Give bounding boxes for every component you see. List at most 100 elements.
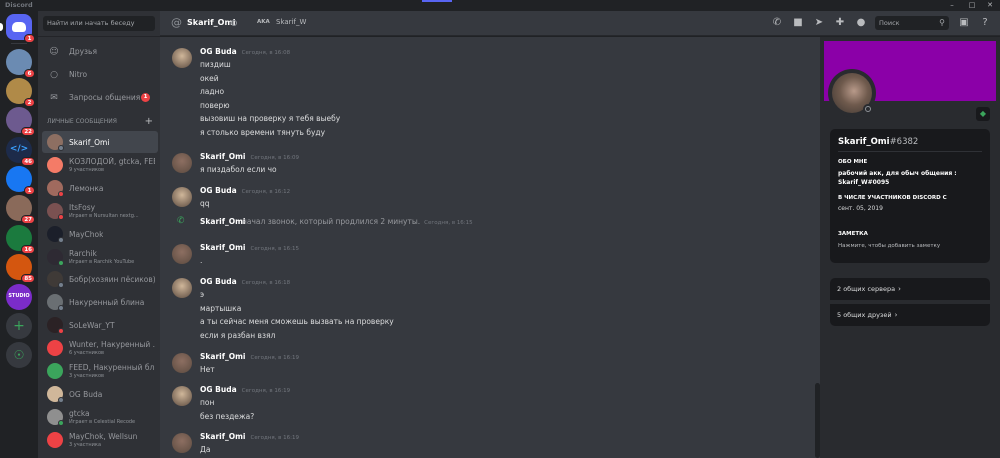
- mutual-friends-label: 5 общих друзей ›: [837, 311, 897, 319]
- dm-item[interactable]: Skarif_Omi: [42, 131, 158, 153]
- server-icon[interactable]: 27: [6, 195, 35, 224]
- author-name[interactable]: OG Buda: [200, 47, 237, 56]
- help-icon[interactable]: ?: [978, 16, 992, 30]
- avatar[interactable]: [172, 48, 192, 68]
- voice-call-icon[interactable]: ✆: [770, 16, 784, 30]
- nav-requests-label: Запросы общения: [69, 93, 141, 102]
- dm-item[interactable]: Лемонка: [42, 177, 158, 199]
- avatar[interactable]: [172, 353, 192, 373]
- profile-card: Skarif_Omi#6382 ОБО МНЕ рабочий акк, для…: [830, 129, 990, 263]
- nav-nitro[interactable]: ○ Nitro: [44, 66, 156, 84]
- note-input[interactable]: Нажмите, чтобы добавить заметку: [838, 243, 940, 249]
- nav-nitro-label: Nitro: [69, 70, 88, 79]
- note-title: ЗАМЕТКА: [838, 231, 868, 237]
- server-icon[interactable]: STUDIO: [6, 284, 32, 310]
- video-call-icon[interactable]: ■: [791, 16, 805, 30]
- dm-item[interactable]: Бобр(хозяин пёсиков): [42, 268, 158, 290]
- call-author[interactable]: Skarif_Omi: [200, 217, 246, 226]
- dm-item[interactable]: Wunter, Накуренный ... 6 участников: [42, 337, 158, 359]
- search-icon: ⚲: [939, 18, 945, 27]
- mention-badge: 16: [21, 245, 35, 254]
- avatar[interactable]: [172, 187, 192, 207]
- dm-subtitle: Играет в Celestial Recode: [69, 418, 136, 425]
- dm-item[interactable]: SoLeWar_YT: [42, 314, 158, 336]
- nav-friends[interactable]: ☺ Друзья: [44, 43, 156, 61]
- dm-item[interactable]: MayChok: [42, 223, 158, 245]
- code-icon: </>: [9, 144, 29, 154]
- nav-message-requests[interactable]: ✉ Запросы общения 1: [44, 89, 156, 107]
- explore-servers-button[interactable]: ☉: [6, 342, 32, 368]
- message-text: вызовиш на проверку я тебя выебу: [200, 114, 341, 124]
- member-since-title: В ЧИСЛЕ УЧАСТНИКОВ DISCORD С: [838, 195, 947, 201]
- server-icon[interactable]: 16: [6, 225, 35, 254]
- dm-subtitle: 3 участника: [69, 441, 102, 448]
- status-icon: [58, 419, 64, 426]
- author-name[interactable]: Skarif_Omi: [200, 152, 246, 161]
- avatar[interactable]: [172, 244, 192, 264]
- timestamp: Сегодня, в 16:09: [250, 155, 300, 161]
- message-author[interactable]: OG Buda Сегодня, в 16:08: [200, 47, 290, 56]
- author-name[interactable]: Skarif_Omi: [200, 432, 246, 441]
- message-text: qq: [200, 199, 210, 208]
- message-author[interactable]: Skarif_Omi Сегодня, в 16:19: [200, 352, 299, 361]
- message-author[interactable]: OG Buda Сегодня, в 16:18: [200, 277, 290, 286]
- status-icon: [58, 190, 64, 197]
- author-name[interactable]: OG Buda: [200, 385, 237, 394]
- close-icon[interactable]: ✕: [980, 0, 1000, 11]
- avatar[interactable]: [172, 433, 192, 453]
- chat-search-placeholder: Поиск: [879, 19, 900, 27]
- create-dm-plus-icon[interactable]: +: [145, 116, 153, 127]
- server-icon[interactable]: 1: [6, 166, 35, 195]
- chat-search-input[interactable]: Поиск ⚲: [875, 16, 949, 30]
- avatar: [47, 431, 63, 448]
- server-icon[interactable]: 85: [6, 254, 35, 283]
- message-author[interactable]: Skarif_Omi Сегодня, в 16:15: [200, 243, 299, 252]
- server-icon[interactable]: </> 46: [6, 137, 35, 166]
- user-profile-icon[interactable]: ●: [854, 16, 868, 30]
- dm-item[interactable]: OG Buda: [42, 383, 158, 405]
- dm-item[interactable]: Rarchik Играет в Rarchik YouTube: [42, 246, 158, 268]
- nitro-badge-icon[interactable]: ◆: [976, 107, 990, 121]
- dm-name: MayChok: [69, 229, 104, 239]
- status-icon: [58, 282, 64, 289]
- avatar[interactable]: [172, 278, 192, 298]
- add-server-button[interactable]: +: [6, 313, 32, 339]
- chat-username[interactable]: Skarif_Omi: [187, 18, 236, 27]
- maximize-icon[interactable]: □: [962, 0, 982, 11]
- avatar[interactable]: [172, 153, 192, 173]
- dm-search-input[interactable]: Найти или начать беседу: [43, 16, 155, 31]
- dm-item[interactable]: gtcka Играет в Celestial Recode: [42, 406, 158, 428]
- at-icon: @: [171, 16, 182, 29]
- inbox-icon[interactable]: ▣: [957, 16, 971, 30]
- dm-item[interactable]: ItsFosy Играет в Nursultan nextg...: [42, 200, 158, 222]
- mutual-servers-button[interactable]: 2 общих сервера ›: [830, 278, 990, 300]
- profile-username: Skarif_Omi#6382: [838, 137, 918, 147]
- author-name[interactable]: Skarif_Omi: [200, 352, 246, 361]
- avatar: [47, 340, 63, 357]
- add-friends-to-dm-icon[interactable]: ✚: [833, 16, 847, 30]
- author-name[interactable]: OG Buda: [200, 277, 237, 286]
- dm-item[interactable]: КОЗЛОДОЙ, gtcka, FEE...9 участников: [42, 154, 158, 176]
- home-button[interactable]: 1: [0, 14, 35, 43]
- message-text: .: [200, 256, 203, 265]
- message-author[interactable]: OG Buda Сегодня, в 16:12: [200, 186, 290, 195]
- dm-sidebar: Найти или начать беседу ☺ Друзья ○ Nitro…: [38, 11, 160, 458]
- dm-item[interactable]: FEED, Накуренный бл... 3 участников: [42, 360, 158, 382]
- mutual-friends-button[interactable]: 5 общих друзей ›: [830, 304, 990, 326]
- nav-friends-label: Друзья: [69, 47, 97, 56]
- pinned-messages-icon[interactable]: ➤: [812, 16, 826, 30]
- server-icon[interactable]: 6: [6, 49, 35, 78]
- server-icon[interactable]: 22: [6, 107, 35, 136]
- message-author[interactable]: OG Buda Сегодня, в 16:19: [200, 385, 290, 394]
- discord-icon: [12, 22, 26, 32]
- avatar[interactable]: [172, 386, 192, 406]
- message-author[interactable]: Skarif_Omi Сегодня, в 16:09: [200, 152, 299, 161]
- server-icon[interactable]: 2: [6, 78, 35, 107]
- status-icon: [58, 259, 64, 266]
- author-name[interactable]: OG Buda: [200, 186, 237, 195]
- message-author[interactable]: Skarif_Omi Сегодня, в 16:19: [200, 432, 299, 441]
- dm-item[interactable]: Накуренный блина: [42, 291, 158, 313]
- dm-item[interactable]: MayChok, Wellsun 3 участника: [42, 429, 158, 451]
- minimize-icon[interactable]: –: [942, 0, 962, 11]
- author-name[interactable]: Skarif_Omi: [200, 243, 246, 252]
